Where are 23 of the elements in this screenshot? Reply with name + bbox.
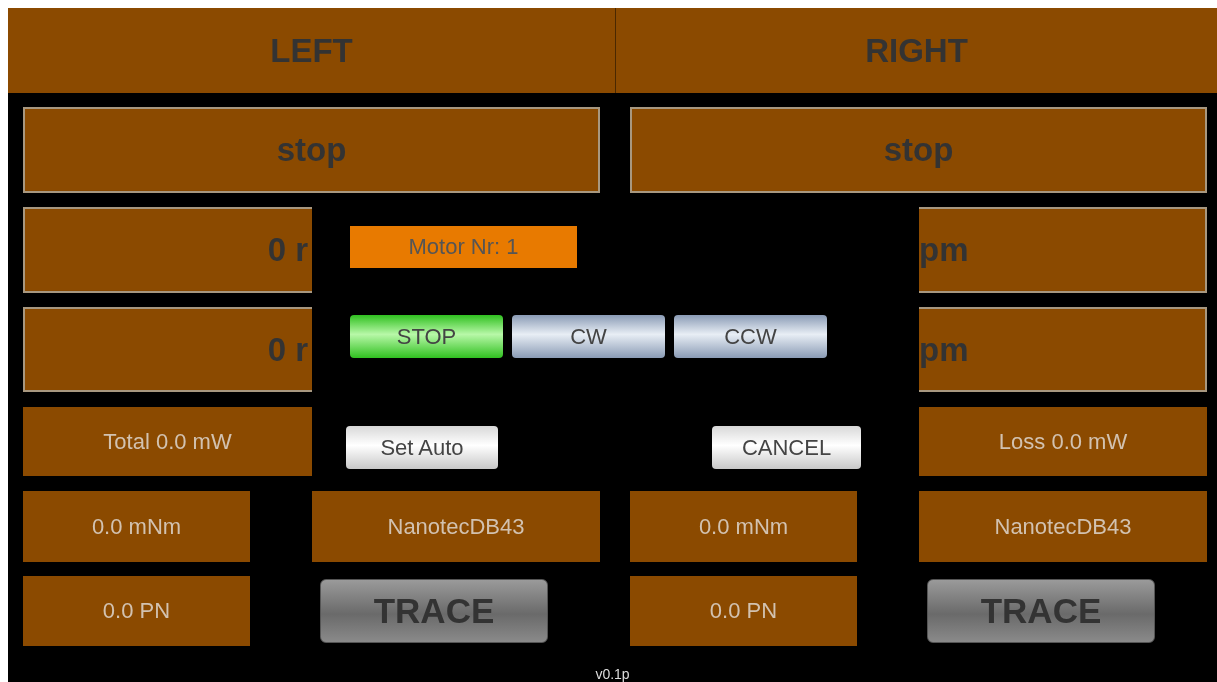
cancel-button[interactable]: CANCEL bbox=[712, 426, 861, 469]
motor-label: Motor Nr: 1 bbox=[350, 226, 577, 268]
direction-button[interactable]: CW bbox=[512, 315, 665, 358]
status-display: stop bbox=[630, 107, 1207, 193]
power-display: Total 0.0 mW bbox=[23, 407, 312, 476]
direction-button[interactable]: STOP bbox=[350, 315, 503, 358]
value-display: 0.0 PN bbox=[23, 576, 250, 646]
side-header: LEFT bbox=[8, 8, 615, 93]
power-display: Loss 0.0 mW bbox=[919, 407, 1207, 476]
value-display: NanotecDB43 bbox=[919, 491, 1207, 562]
status-display: stop bbox=[23, 107, 600, 193]
speed-display: pm bbox=[919, 207, 1207, 293]
value-display: NanotecDB43 bbox=[312, 491, 600, 562]
speed-display: 0 r bbox=[23, 207, 312, 293]
side-header: RIGHT bbox=[615, 8, 1217, 93]
value-display: 0.0 mNm bbox=[23, 491, 250, 562]
direction-button[interactable]: CCW bbox=[674, 315, 827, 358]
speed-display: pm bbox=[919, 307, 1207, 392]
value-display: 0.0 mNm bbox=[630, 491, 857, 562]
version-label: v0.1p bbox=[594, 666, 631, 682]
value-display: 0.0 PN bbox=[630, 576, 857, 646]
set-auto-button[interactable]: Set Auto bbox=[346, 426, 498, 469]
speed-display: 0 r bbox=[23, 307, 312, 392]
